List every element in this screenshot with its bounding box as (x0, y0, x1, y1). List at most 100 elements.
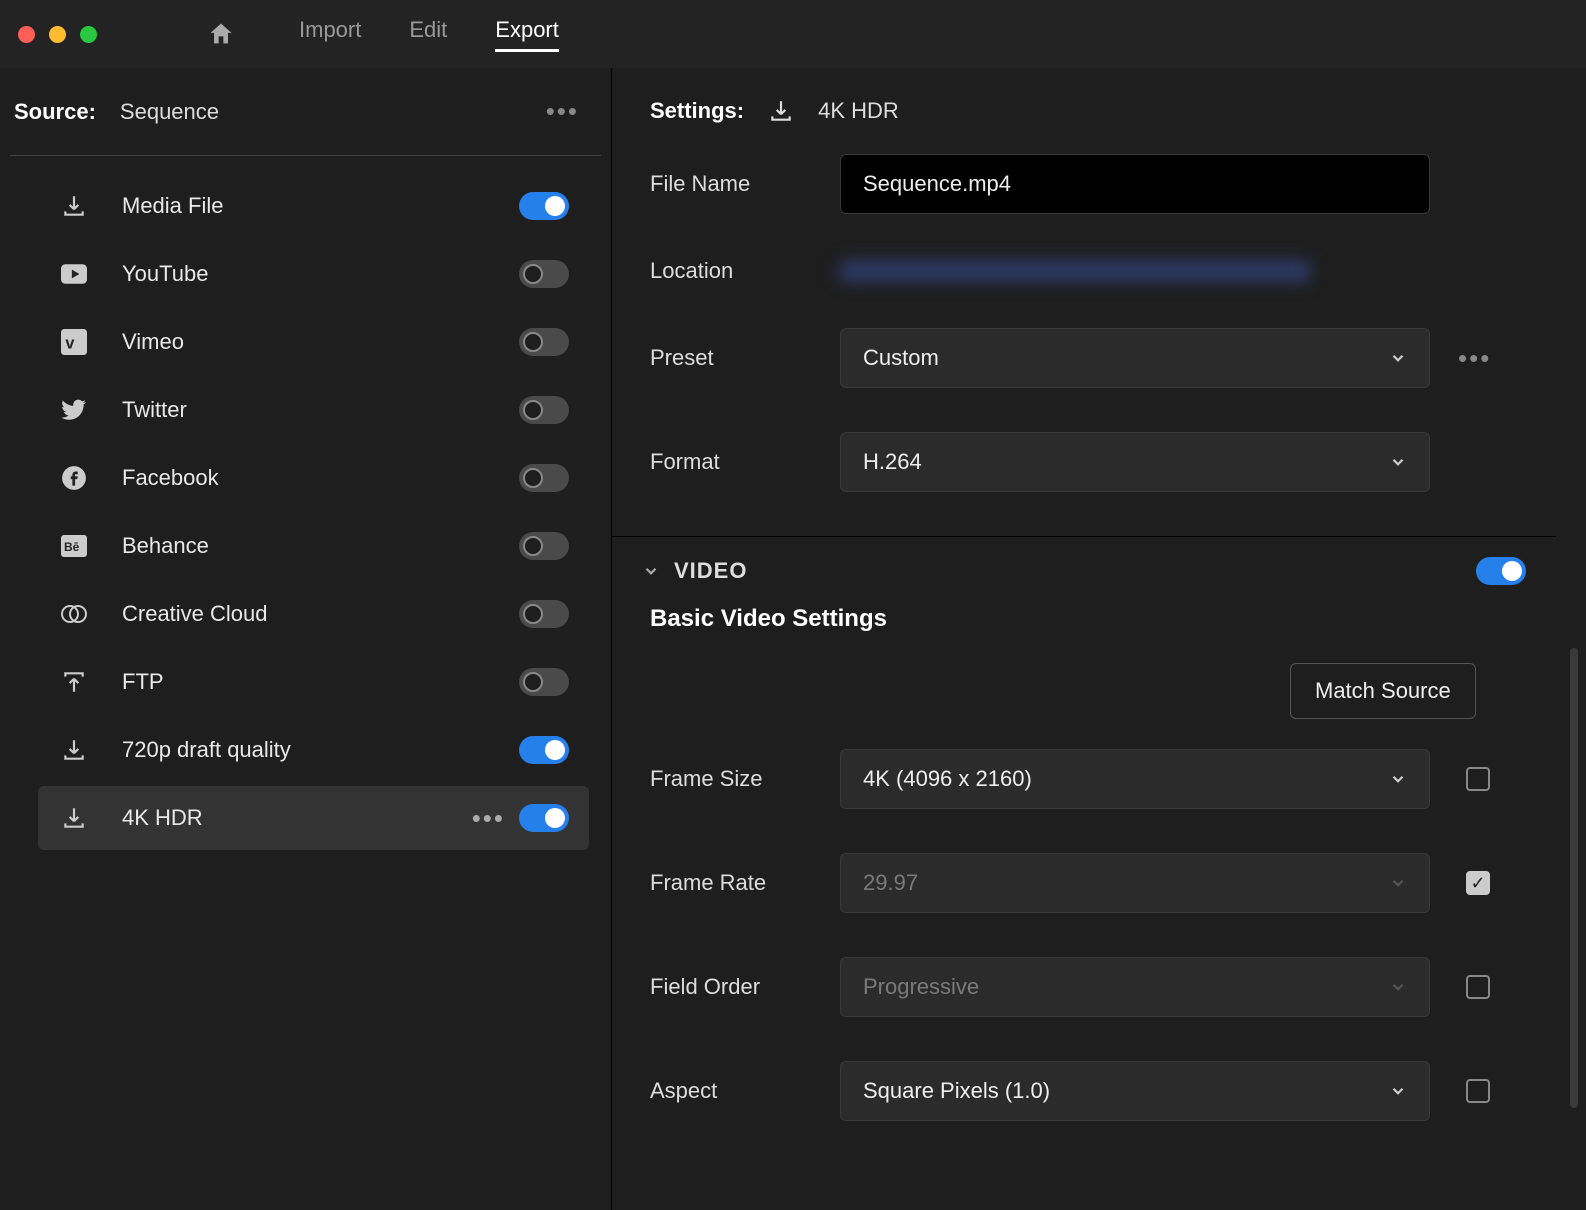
match-source-button[interactable]: Match Source (1290, 663, 1476, 719)
destination-4khdr[interactable]: 4K HDR••• (38, 786, 589, 850)
preset-more-icon[interactable]: ••• (1458, 343, 1491, 374)
settings-header: Settings: 4K HDR (612, 68, 1556, 154)
twitter-icon (58, 394, 90, 426)
destination-toggle[interactable] (519, 464, 569, 492)
close-window-icon[interactable] (18, 26, 35, 43)
home-icon (207, 20, 235, 48)
aspect-select[interactable]: Square Pixels (1.0) (840, 1061, 1430, 1121)
field-order-label: Field Order (650, 974, 840, 1000)
download-icon (768, 98, 794, 124)
cc-icon (58, 598, 90, 630)
destination-label: Vimeo (122, 329, 519, 355)
destination-toggle[interactable] (519, 736, 569, 764)
basic-video-settings-title: Basic Video Settings (650, 605, 1556, 633)
preset-label: Preset (650, 345, 840, 371)
tab-export[interactable]: Export (495, 17, 559, 52)
destination-label: Facebook (122, 465, 519, 491)
location-path[interactable] (840, 260, 1310, 282)
field-order-value: Progressive (863, 974, 979, 1000)
facebook-icon (58, 462, 90, 494)
download-icon (58, 190, 90, 222)
vimeo-icon: v (58, 326, 90, 358)
file-name-input[interactable] (840, 154, 1430, 214)
frame-rate-select: 29.97 (840, 853, 1430, 913)
destination-label: Media File (122, 193, 519, 219)
destination-vimeo[interactable]: v Vimeo (38, 310, 589, 374)
behance-icon: Bē (58, 530, 90, 562)
file-name-label: File Name (650, 171, 840, 197)
destination-toggle[interactable] (519, 396, 569, 424)
export-sidebar: Source: Sequence ••• Media File YouTube v V… (0, 68, 612, 1210)
destination-label: Twitter (122, 397, 519, 423)
settings-panel: Settings: 4K HDR File Name Location Pres… (612, 68, 1586, 1210)
destination-youtube[interactable]: YouTube (38, 242, 589, 306)
video-section-toggle[interactable] (1476, 557, 1526, 585)
destination-toggle[interactable] (519, 328, 569, 356)
download-icon (58, 802, 90, 834)
frame-size-value: 4K (4096 x 2160) (863, 766, 1032, 792)
svg-text:v: v (65, 335, 74, 353)
video-section: VIDEO Basic Video Settings Match Source … (612, 536, 1556, 1121)
destination-label: YouTube (122, 261, 519, 287)
format-select[interactable]: H.264 (840, 432, 1430, 492)
destination-twitter[interactable]: Twitter (38, 378, 589, 442)
destination-toggle[interactable] (519, 532, 569, 560)
destination-toggle[interactable] (519, 192, 569, 220)
destination-media-file[interactable]: Media File (38, 174, 589, 238)
maximize-window-icon[interactable] (80, 26, 97, 43)
aspect-value: Square Pixels (1.0) (863, 1078, 1050, 1104)
frame-size-label: Frame Size (650, 766, 840, 792)
source-more-icon[interactable]: ••• (546, 96, 579, 127)
chevron-down-icon (1389, 349, 1407, 367)
destination-label: Behance (122, 533, 519, 559)
frame-size-match-checkbox[interactable] (1466, 767, 1490, 791)
destination-list: Media File YouTube v Vimeo Twitter Facebook Bē… (0, 156, 611, 850)
chevron-down-icon (1389, 978, 1407, 996)
svg-text:Bē: Bē (64, 540, 80, 554)
scrollbar[interactable] (1570, 648, 1578, 1108)
home-button[interactable] (207, 20, 235, 48)
destination-toggle[interactable] (519, 668, 569, 696)
video-section-header[interactable]: VIDEO (612, 537, 1556, 605)
destination-more-icon[interactable]: ••• (472, 803, 505, 834)
destination-toggle[interactable] (519, 804, 569, 832)
chevron-down-icon (1389, 874, 1407, 892)
destination-toggle[interactable] (519, 260, 569, 288)
chevron-down-icon (1389, 770, 1407, 788)
frame-rate-match-checkbox[interactable]: ✓ (1466, 871, 1490, 895)
destination-label: Creative Cloud (122, 601, 519, 627)
destination-toggle[interactable] (519, 600, 569, 628)
field-order-match-checkbox[interactable] (1466, 975, 1490, 999)
minimize-window-icon[interactable] (49, 26, 66, 43)
titlebar: Import Edit Export (0, 0, 1586, 68)
destination-720p[interactable]: 720p draft quality (38, 718, 589, 782)
source-row: Source: Sequence ••• (10, 68, 601, 156)
destination-cc[interactable]: Creative Cloud (38, 582, 589, 646)
tab-import[interactable]: Import (299, 17, 361, 52)
destination-facebook[interactable]: Facebook (38, 446, 589, 510)
destination-ftp[interactable]: FTP (38, 650, 589, 714)
location-label: Location (650, 258, 840, 284)
frame-rate-label: Frame Rate (650, 870, 840, 896)
frame-size-select[interactable]: 4K (4096 x 2160) (840, 749, 1430, 809)
destination-label: 4K HDR (122, 805, 472, 831)
format-value: H.264 (863, 449, 922, 475)
aspect-match-checkbox[interactable] (1466, 1079, 1490, 1103)
source-name[interactable]: Sequence (120, 99, 546, 125)
chevron-down-icon (1389, 1082, 1407, 1100)
field-order-select: Progressive (840, 957, 1430, 1017)
chevron-down-icon (1389, 453, 1407, 471)
destination-label: 720p draft quality (122, 737, 519, 763)
settings-label: Settings: (650, 98, 744, 124)
frame-rate-value: 29.97 (863, 870, 918, 896)
preset-select[interactable]: Custom (840, 328, 1430, 388)
preset-value: Custom (863, 345, 939, 371)
video-section-title: VIDEO (674, 558, 1476, 584)
download-icon (58, 734, 90, 766)
upload-icon (58, 666, 90, 698)
mode-tabs: Import Edit Export (299, 17, 559, 52)
window-controls (18, 26, 97, 43)
destination-behance[interactable]: Bē Behance (38, 514, 589, 578)
format-label: Format (650, 449, 840, 475)
tab-edit[interactable]: Edit (409, 17, 447, 52)
